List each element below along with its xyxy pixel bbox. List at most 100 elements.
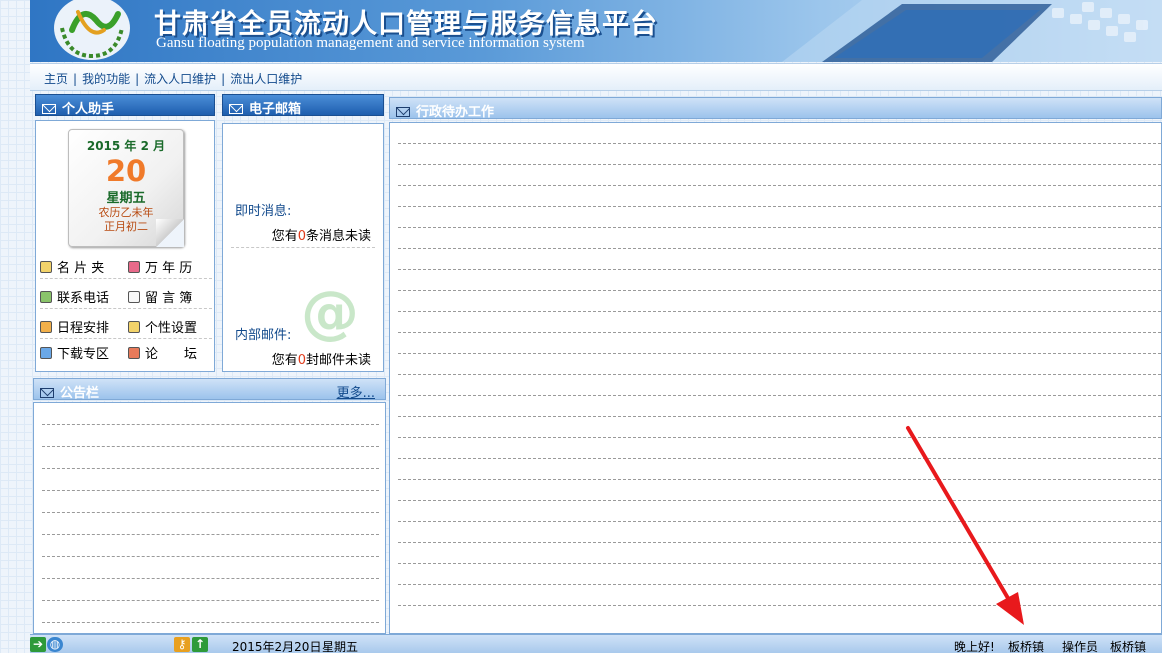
bulletin-panel bbox=[33, 402, 386, 634]
card-folder-icon bbox=[40, 261, 52, 273]
admin-tasks-panel bbox=[389, 122, 1162, 634]
people-icon bbox=[128, 347, 140, 359]
bulletin-row bbox=[42, 622, 379, 623]
tool-perpetual-calendar[interactable]: 万 年 历 bbox=[128, 257, 212, 279]
envelope-icon bbox=[42, 104, 56, 114]
mailbox-panel: 即时消息: 您有0条消息未读 @ 内部邮件: 您有0封邮件未读 bbox=[222, 123, 384, 372]
tool-downloads[interactable]: 下载专区 bbox=[40, 343, 126, 365]
calendar-year-month: 2015 年 2 月 bbox=[86, 139, 166, 153]
task-row bbox=[398, 416, 1161, 417]
tool-contact-phone[interactable]: 联系电话 bbox=[40, 287, 126, 309]
status-weekday: 星期五 bbox=[322, 640, 359, 653]
nav-home[interactable]: 主页 bbox=[44, 72, 68, 86]
task-row bbox=[398, 584, 1161, 585]
calendar-weekday: 星期五 bbox=[106, 191, 146, 206]
bulletin-row bbox=[42, 556, 379, 557]
instant-message-status[interactable]: 您有0条消息未读 bbox=[272, 225, 371, 244]
tool-guestbook[interactable]: 留 言 簿 bbox=[128, 287, 212, 309]
task-row bbox=[398, 395, 1161, 396]
nav-inflow-maintenance[interactable]: 流入人口维护 bbox=[144, 72, 216, 86]
bulletin-row bbox=[42, 534, 379, 535]
task-row bbox=[398, 269, 1161, 270]
task-row bbox=[398, 332, 1161, 333]
schedule-icon bbox=[40, 321, 52, 333]
bulletin-row bbox=[42, 446, 379, 447]
tool-personal-settings[interactable]: 个性设置 bbox=[128, 317, 212, 339]
mailbox-header: 电子邮箱 bbox=[222, 94, 384, 117]
mailbox-title: 电子邮箱 bbox=[249, 102, 302, 117]
pencil-note-icon bbox=[128, 291, 140, 303]
nav-outflow-maintenance[interactable]: 流出人口维护 bbox=[230, 72, 302, 86]
status-greeting: 晚上好! bbox=[954, 640, 995, 653]
download-icon bbox=[40, 347, 52, 359]
site-subtitle: Gansu floating population management and… bbox=[156, 35, 585, 51]
unread-mail-count: 0 bbox=[297, 353, 306, 368]
calendar-day: 20 bbox=[105, 154, 147, 188]
task-row bbox=[398, 311, 1161, 312]
page-curl-decoration bbox=[156, 219, 184, 247]
assistant-title: 个人助手 bbox=[62, 102, 115, 117]
status-town: 板桥镇 bbox=[1008, 640, 1045, 653]
envelope-icon bbox=[229, 104, 243, 114]
task-row bbox=[398, 353, 1161, 354]
task-row bbox=[398, 458, 1161, 459]
tool-schedule[interactable]: 日程安排 bbox=[40, 317, 126, 339]
envelope-icon bbox=[40, 388, 54, 398]
calendar-widget[interactable]: 2015 年 2 月 20 星期五 农历乙未年 正月初二 bbox=[68, 129, 184, 247]
arrow-up-icon[interactable]: ↑ bbox=[192, 637, 208, 652]
internal-mail-status[interactable]: 您有0封邮件未读 bbox=[272, 349, 371, 368]
bulletin-title: 公告栏 bbox=[60, 386, 100, 401]
nav-my-functions[interactable]: 我的功能 bbox=[82, 72, 130, 86]
status-bar: ➔ ◍ ⚷ ↑ 2015年2月20日 星期五 晚上好! 板桥镇 操作员 板桥镇 bbox=[30, 634, 1162, 653]
keyboard-decoration-icon bbox=[782, 0, 1162, 62]
assistant-panel: 2015 年 2 月 20 星期五 农历乙未年 正月初二 名 片 夹 万 年 历… bbox=[35, 120, 215, 372]
task-row bbox=[398, 227, 1161, 228]
bulletin-row bbox=[42, 600, 379, 601]
calendar-lunar-year: 农历乙未年 bbox=[98, 206, 154, 219]
status-date: 2015年2月20日 bbox=[232, 640, 322, 653]
envelope-icon bbox=[396, 107, 410, 117]
bulletin-row bbox=[42, 578, 379, 579]
task-row bbox=[398, 185, 1161, 186]
bulletin-header: 公告栏 更多... bbox=[33, 378, 386, 401]
nav-separator: | bbox=[221, 72, 226, 86]
task-row bbox=[398, 143, 1161, 144]
task-row bbox=[398, 164, 1161, 165]
tool-forum[interactable]: 论 坛 bbox=[128, 343, 212, 365]
task-row bbox=[398, 206, 1161, 207]
logo-emblem-icon bbox=[54, 0, 130, 60]
phone-book-icon bbox=[40, 291, 52, 303]
status-role: 操作员 bbox=[1062, 640, 1099, 653]
key-icon[interactable]: ⚷ bbox=[174, 637, 190, 652]
task-row bbox=[398, 500, 1161, 501]
bulletin-more-link[interactable]: 更多... bbox=[337, 382, 375, 401]
instant-message-label: 即时消息: bbox=[235, 204, 292, 219]
header-banner: 甘肃省全员流动人口管理与服务信息平台 Gansu floating popula… bbox=[30, 0, 1162, 62]
admin-tasks-title: 行政待办工作 bbox=[416, 105, 495, 120]
status-user: 板桥镇 bbox=[1110, 640, 1147, 653]
bulletin-row bbox=[42, 512, 379, 513]
task-row bbox=[398, 248, 1161, 249]
task-row bbox=[398, 563, 1161, 564]
at-sign-watermark-icon: @ bbox=[301, 278, 359, 346]
top-nav: 主页 | 我的功能 | 流入人口维护 | 流出人口维护 bbox=[30, 63, 1162, 91]
divider bbox=[231, 247, 375, 248]
bulletin-row bbox=[42, 468, 379, 469]
calendar-icon bbox=[128, 261, 140, 273]
bulletin-row bbox=[42, 424, 379, 425]
arrow-right-icon[interactable]: ➔ bbox=[30, 637, 46, 652]
task-row bbox=[398, 521, 1161, 522]
task-row bbox=[398, 437, 1161, 438]
task-row bbox=[398, 374, 1161, 375]
nav-separator: | bbox=[73, 72, 78, 86]
unread-message-count: 0 bbox=[297, 229, 306, 244]
bulletin-row bbox=[42, 490, 379, 491]
admin-tasks-header: 行政待办工作 bbox=[389, 97, 1162, 120]
task-row bbox=[398, 479, 1161, 480]
task-row bbox=[398, 542, 1161, 543]
task-row bbox=[398, 605, 1161, 606]
settings-folder-icon bbox=[128, 321, 140, 333]
tool-business-cards[interactable]: 名 片 夹 bbox=[40, 257, 126, 279]
globe-icon[interactable]: ◍ bbox=[47, 637, 63, 652]
task-row bbox=[398, 290, 1161, 291]
